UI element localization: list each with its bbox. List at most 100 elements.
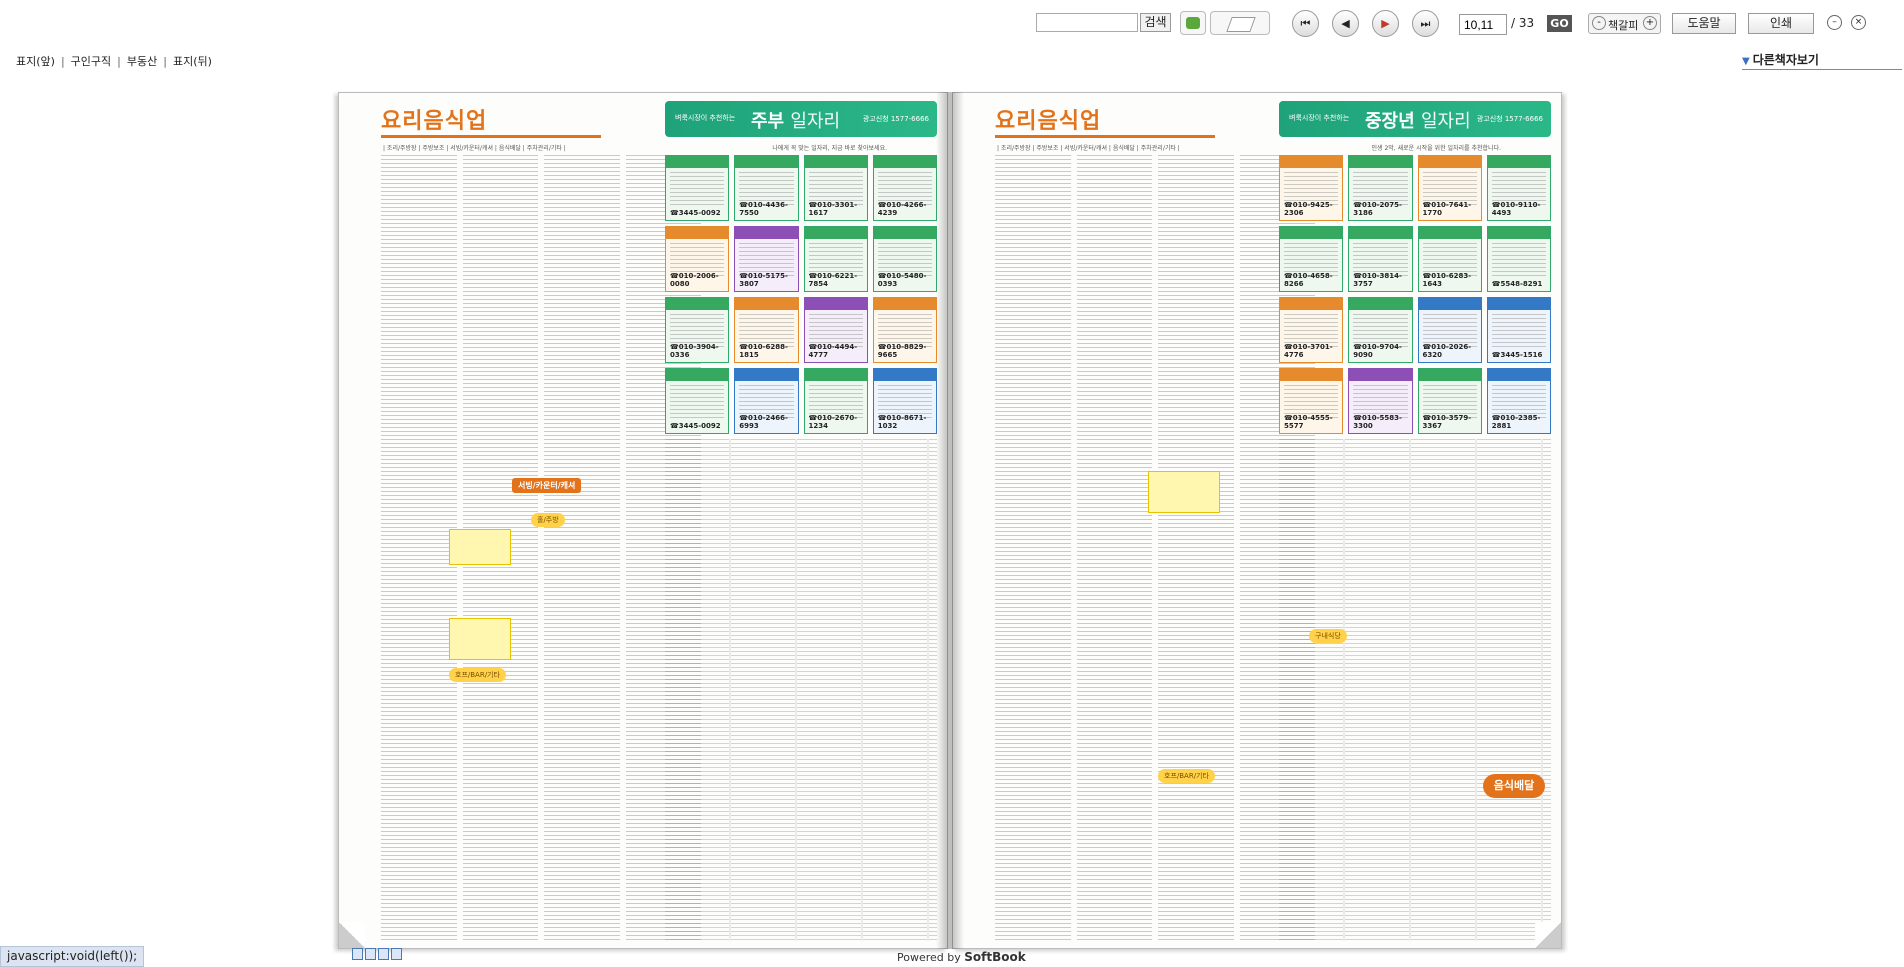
page-curl-left[interactable] [339, 922, 365, 948]
banner-phone: 광고신청 1577-6666 [862, 115, 929, 123]
book-spine [936, 92, 964, 949]
right-banner: 벼룩시장이 추천하는 중장년 일자리 광고신청 1577-6666 [1279, 101, 1551, 137]
zoom-out-button[interactable]: - [1592, 16, 1606, 30]
nav-link-back-cover[interactable]: 표지(뒤) [173, 55, 212, 68]
ad-box[interactable]: ☎010-2670-1234 [803, 368, 868, 434]
section-label-kitchen: 구내식당 [1309, 629, 1347, 643]
search-input[interactable] [1036, 13, 1138, 32]
right-sub-tabs: | 조리/주방장 | 주방보조 | 서빙/카운터/캐셔 | 음식배달 | 주차관… [997, 145, 1180, 152]
banner-title: 주부 일자리 [751, 111, 841, 132]
first-page-button[interactable]: ⏮ [1292, 10, 1319, 37]
ad-box[interactable]: ☎010-4555-5577 [1279, 368, 1344, 434]
banner-title: 중장년 일자리 [1365, 111, 1471, 132]
ad-box[interactable]: ☎3445-0092 [665, 155, 730, 221]
other-books-dropdown[interactable]: ▼ 다른책자보기 [1742, 51, 1902, 70]
text-column [1076, 155, 1152, 941]
ad-box[interactable]: ☎010-5175-3807 [734, 226, 799, 292]
ad-box[interactable]: ☎010-2466-6993 [734, 368, 799, 434]
left-page[interactable]: 요리음식업 | 조리/주방장 | 주방보조 | 서빙/카운터/캐셔 | 음식배달… [338, 92, 948, 949]
highlight-ad [449, 529, 511, 565]
ad-box[interactable]: ☎010-3579-3367 [1417, 368, 1482, 434]
ad-box[interactable]: ☎010-2026-6320 [1417, 297, 1482, 363]
last-page-button[interactable]: ⏭ [1412, 10, 1439, 37]
section-label-bar: 호프/BAR/기타 [1158, 769, 1215, 783]
banner-small: 벼룩시장이 추천하는 [1289, 114, 1350, 122]
text-column [544, 155, 620, 941]
left-sub-tabs: | 조리/주방장 | 주방보조 | 서빙/카운터/캐셔 | 음식배달 | 주차관… [383, 145, 566, 152]
ad-box[interactable]: ☎010-4494-4777 [803, 297, 868, 363]
ad-box[interactable]: ☎010-9425-2306 [1279, 155, 1344, 221]
ad-box[interactable]: ☎010-3904-0336 [665, 297, 730, 363]
ad-box[interactable]: ☎010-2075-3186 [1348, 155, 1413, 221]
ad-box[interactable]: ☎010-5583-3300 [1348, 368, 1413, 434]
help-button[interactable]: 도움말 [1672, 13, 1736, 34]
highlight-ad [449, 618, 511, 660]
page-curl-right[interactable] [1535, 922, 1561, 948]
view-mode-icons [352, 948, 402, 962]
go-button[interactable]: GO [1547, 15, 1572, 32]
ad-box[interactable]: ☎5548-8291 [1486, 226, 1551, 292]
left-page-title: 요리음식업 [381, 109, 488, 134]
nav-link-real-estate[interactable]: 부동산 [127, 55, 157, 68]
ad-box[interactable]: ☎010-3301-1617 [803, 155, 868, 221]
highlight-ad [1148, 471, 1220, 513]
zoom-control: - 책갈피 + [1588, 13, 1661, 34]
other-books-label: 다른책자보기 [1752, 53, 1819, 67]
thumbnail-view-icon[interactable] [391, 948, 402, 960]
minimize-button[interactable]: – [1827, 15, 1842, 30]
prev-page-button[interactable]: ◀ [1332, 10, 1359, 37]
powered-by: Powered by SoftBook [897, 950, 1026, 964]
double-view-icon[interactable] [365, 948, 376, 960]
ad-box[interactable]: ☎010-6288-1815 [734, 297, 799, 363]
page-number-input[interactable] [1459, 14, 1507, 35]
ad-box[interactable]: ☎010-7641-1770 [1417, 155, 1482, 221]
delivery-badge: 음식배달 [1483, 774, 1545, 798]
ad-box[interactable]: ☎010-5480-0393 [872, 226, 937, 292]
classified-text-area [1279, 439, 1551, 941]
close-button[interactable]: × [1851, 15, 1866, 30]
next-page-button[interactable]: ▶ [1372, 10, 1399, 37]
ad-box[interactable]: ☎010-4266-4239 [872, 155, 937, 221]
text-column [381, 155, 457, 941]
right-page[interactable]: 요리음식업 | 조리/주방장 | 주방보조 | 서빙/카운터/캐셔 | 음식배달… [952, 92, 1562, 949]
left-banner-sub: 나에게 꼭 맞는 일자리, 지금 바로 찾아보세요. [772, 145, 887, 152]
ad-box[interactable]: ☎3445-1516 [1486, 297, 1551, 363]
zoom-in-button[interactable]: + [1643, 16, 1657, 30]
ad-box[interactable]: ☎010-3701-4776 [1279, 297, 1344, 363]
ad-box[interactable]: ☎010-4436-7550 [734, 155, 799, 221]
right-banner-sub: 인생 2막, 새로운 시작을 위한 일자리를 추천합니다. [1371, 145, 1501, 152]
ad-box[interactable]: ☎010-8829-9665 [872, 297, 937, 363]
ad-box[interactable]: ☎010-4658-8266 [1279, 226, 1344, 292]
top-toolbar: 검색 ⏮ ◀ ▶ ⏭ / 33 GO - 책갈피 + 도움말 인쇄 – × [0, 0, 1904, 48]
left-classified-columns [381, 155, 701, 941]
status-bar: javascript:void(left()); [0, 946, 145, 967]
ad-box[interactable]: ☎010-8671-1032 [872, 368, 937, 434]
ad-box[interactable]: ☎010-6221-7854 [803, 226, 868, 292]
nav-link-jobs[interactable]: 구인구직 [71, 55, 111, 68]
ad-box[interactable]: ☎010-6283-1643 [1417, 226, 1482, 292]
print-button[interactable]: 인쇄 [1748, 13, 1814, 34]
ad-box[interactable]: ☎010-9704-9090 [1348, 297, 1413, 363]
left-ad-boxes: ☎3445-0092 ☎010-4436-7550 ☎010-3301-1617… [665, 155, 937, 941]
section-nav: 표지(앞) | 구인구직 | 부동산 | 표지(뒤) [16, 55, 212, 68]
single-view-icon[interactable] [352, 948, 363, 960]
page-flip-icon[interactable] [1210, 11, 1270, 35]
ad-box[interactable]: ☎010-2385-2881 [1486, 368, 1551, 434]
banner-small: 벼룩시장이 추천하는 [675, 114, 736, 122]
bookmark-icon[interactable] [1180, 11, 1206, 35]
section-label-bar: 호프/BAR/기타 [449, 668, 506, 682]
right-ad-boxes: ☎010-9425-2306 ☎010-2075-3186 ☎010-7641-… [1279, 155, 1551, 941]
right-classified-columns [995, 155, 1315, 941]
search-button[interactable]: 검색 [1140, 13, 1171, 32]
banner-phone: 광고신청 1577-6666 [1476, 115, 1543, 123]
zoom-label: 책갈피 [1608, 19, 1639, 32]
flipbook: 요리음식업 | 조리/주방장 | 주방보조 | 서빙/카운터/캐셔 | 음식배달… [338, 92, 1564, 960]
nav-link-front-cover[interactable]: 표지(앞) [16, 55, 55, 68]
grid-view-icon[interactable] [378, 948, 389, 960]
ad-box[interactable]: ☎010-9110-4493 [1486, 155, 1551, 221]
page-total: / 33 [1511, 16, 1535, 30]
ad-box[interactable]: ☎3445-0092 [665, 368, 730, 434]
ad-box[interactable]: ☎010-3814-3757 [1348, 226, 1413, 292]
ad-box[interactable]: ☎010-2006-0080 [665, 226, 730, 292]
title-underline [381, 135, 601, 138]
